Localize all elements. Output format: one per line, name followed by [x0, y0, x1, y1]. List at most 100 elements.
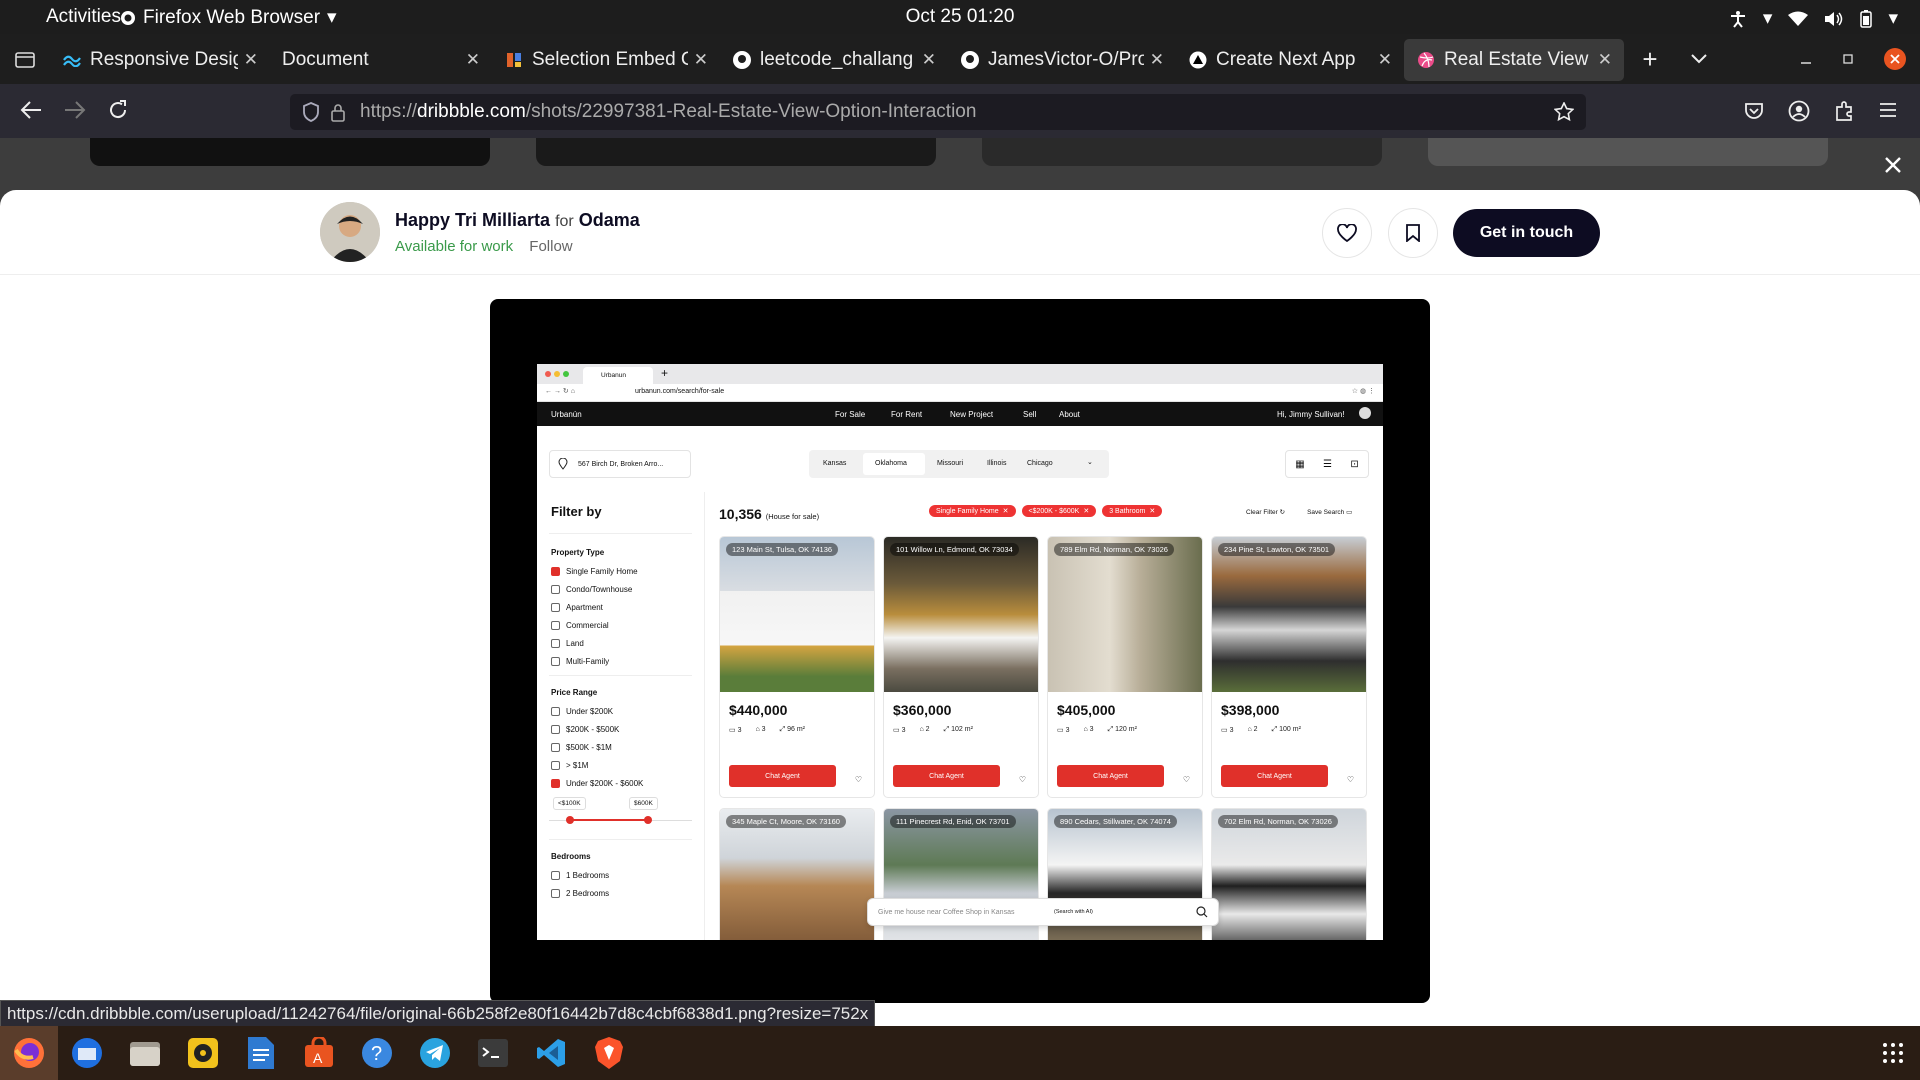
close-modal-icon[interactable] [1884, 156, 1902, 174]
system-top-bar: Activities Firefox Web Browser ▾ Oct 25 … [0, 0, 1920, 34]
tab-create-next-app[interactable]: Create Next App ✕ [1176, 39, 1404, 81]
dock-brave[interactable] [580, 1026, 638, 1080]
codesandbox-icon [504, 50, 524, 70]
tab-selection-embed[interactable]: Selection Embed C ✕ [492, 39, 720, 81]
dock-files[interactable] [116, 1026, 174, 1080]
show-apps-button[interactable] [1882, 1042, 1904, 1064]
shopping-bag-icon: A [303, 1037, 335, 1069]
close-tab-icon[interactable]: ✕ [466, 50, 480, 70]
pocket-icon[interactable] [1744, 101, 1764, 121]
avatar[interactable] [320, 202, 380, 262]
close-tab-icon[interactable]: ✕ [244, 50, 258, 70]
chevron-down-icon [1691, 54, 1707, 64]
chevron-down-icon: ▾ [1762, 8, 1773, 29]
maximize-icon[interactable] [1842, 53, 1854, 65]
telegram-icon [419, 1037, 451, 1069]
firefox-view-button[interactable] [0, 34, 50, 84]
github-icon [960, 50, 980, 70]
close-tab-icon[interactable]: ✕ [694, 50, 708, 70]
system-tray[interactable]: ▾ ▾ [1729, 7, 1898, 30]
back-icon[interactable] [20, 100, 42, 120]
wifi-icon[interactable] [1788, 11, 1809, 27]
accessibility-icon[interactable] [1729, 10, 1747, 28]
shot-byline: Happy Tri Milliarta for Odama [395, 210, 640, 231]
bookmark-star-icon[interactable] [1554, 102, 1574, 122]
svg-text:A: A [313, 1050, 323, 1066]
mockup-browser: Urbanun + ← → ↻ ⌂ urbanun.com/search/for… [537, 364, 1383, 940]
new-tab-button[interactable]: + [1624, 34, 1676, 84]
mock-search-actions: Clear Filter ↻ Save Search ▭ [1246, 509, 1353, 516]
url-prefix: https:// [360, 101, 418, 122]
listing-card: 702 Elm Rd, Norman, OK 73026 [1211, 808, 1367, 940]
close-tab-icon[interactable]: ✕ [1378, 50, 1392, 70]
reload-icon[interactable] [108, 100, 128, 120]
menu-hamburger-icon[interactable] [1879, 102, 1897, 118]
firefox-icon [120, 10, 136, 26]
mock-filter-sidebar: Filter by Property Type Single Family Ho… [537, 492, 705, 940]
list-all-tabs-button[interactable] [1676, 34, 1722, 84]
author-name[interactable]: Happy Tri Milliarta [395, 210, 550, 230]
dock-thunderbird[interactable] [58, 1026, 116, 1080]
dock-terminal[interactable] [464, 1026, 522, 1080]
mock-address-bar: ← → ↻ ⌂ urbanun.com/search/for-sale ☆ ◍ … [537, 384, 1383, 402]
get-in-touch-button[interactable]: Get in touch [1453, 209, 1600, 257]
tab-strip: Responsive Design ✕ Document ✕ Selection E… [0, 34, 1920, 84]
battery-icon[interactable] [1860, 9, 1873, 28]
app-grid-icon [1882, 1042, 1904, 1064]
tailwind-icon [62, 50, 82, 70]
follow-link[interactable]: Follow [529, 238, 572, 255]
firefox-icon [12, 1036, 46, 1070]
lock-icon[interactable] [330, 102, 346, 122]
dock-writer[interactable] [232, 1026, 290, 1080]
dock-app-center[interactable]: A [290, 1026, 348, 1080]
for-word: for [555, 213, 574, 230]
mock-state-tabs: Kansas Oklahoma Missouri Illinois Chicag… [809, 450, 1109, 478]
app-menu[interactable]: Firefox Web Browser ▾ [120, 6, 337, 29]
vercel-icon [1188, 50, 1208, 70]
mock-brand: Urbanún [551, 410, 582, 419]
close-window-button[interactable] [1884, 48, 1906, 70]
tab-responsive-design[interactable]: Responsive Design ✕ [50, 39, 270, 81]
heart-icon [1337, 224, 1357, 242]
team-name[interactable]: Odama [579, 210, 640, 230]
app-name: Firefox Web Browser [143, 6, 321, 28]
dock-telegram[interactable] [406, 1026, 464, 1080]
close-tab-icon[interactable]: ✕ [1150, 50, 1164, 70]
close-tab-icon[interactable]: ✕ [922, 50, 936, 70]
mock-location-field: 567 Birch Dr, Broken Arro... [549, 450, 691, 478]
dock-help[interactable]: ? [348, 1026, 406, 1080]
folder-icon [129, 1038, 161, 1068]
availability-status[interactable]: Available for work [395, 238, 513, 255]
plus-icon: + [1642, 43, 1658, 74]
like-button[interactable] [1322, 208, 1372, 258]
url-host: dribbble.com [417, 101, 526, 122]
dock-firefox[interactable] [0, 1026, 58, 1080]
listing-card: 789 Elm Rd, Norman, OK 73026 $405,000 ▭ … [1047, 536, 1203, 798]
activities-button[interactable]: Activities [46, 6, 121, 28]
volume-icon[interactable] [1824, 11, 1844, 27]
mock-site-nav: Urbanún For Sale For Rent New Project Se… [537, 402, 1383, 426]
listing-card: 123 Main St, Tulsa, OK 74136 $440,000 ▭ … [719, 536, 875, 798]
dock-rhythmbox[interactable] [174, 1026, 232, 1080]
tab-leetcode[interactable]: leetcode_challang ✕ [720, 39, 948, 81]
shot-meta: Available for work Follow [395, 238, 573, 255]
close-tab-icon[interactable]: ✕ [1598, 50, 1612, 70]
divider [0, 274, 1920, 275]
minimize-icon[interactable] [1800, 53, 1812, 65]
account-icon[interactable] [1788, 100, 1810, 122]
pin-icon [558, 458, 568, 470]
tab-jamesvictor[interactable]: JamesVictor-O/Pro ✕ [948, 39, 1176, 81]
svg-text:?: ? [371, 1043, 382, 1065]
search-icon [1196, 906, 1208, 918]
address-bar[interactable]: https://dribbble.com/shots/22997381-Real… [290, 94, 1586, 130]
dock: A ? [0, 1026, 1920, 1080]
shot-image[interactable]: Urbanun + ← → ↻ ⌂ urbanun.com/search/for… [490, 299, 1430, 1003]
thunderbird-icon [70, 1036, 104, 1070]
forward-icon[interactable] [64, 100, 86, 120]
tracking-protection-shield-icon[interactable] [302, 102, 320, 122]
extensions-icon[interactable] [1834, 100, 1856, 122]
save-button[interactable] [1388, 208, 1438, 258]
tab-real-estate-view[interactable]: Real Estate View O✕ [1404, 39, 1624, 81]
tab-document[interactable]: Document ✕ [270, 39, 492, 81]
dock-vscode[interactable] [522, 1026, 580, 1080]
